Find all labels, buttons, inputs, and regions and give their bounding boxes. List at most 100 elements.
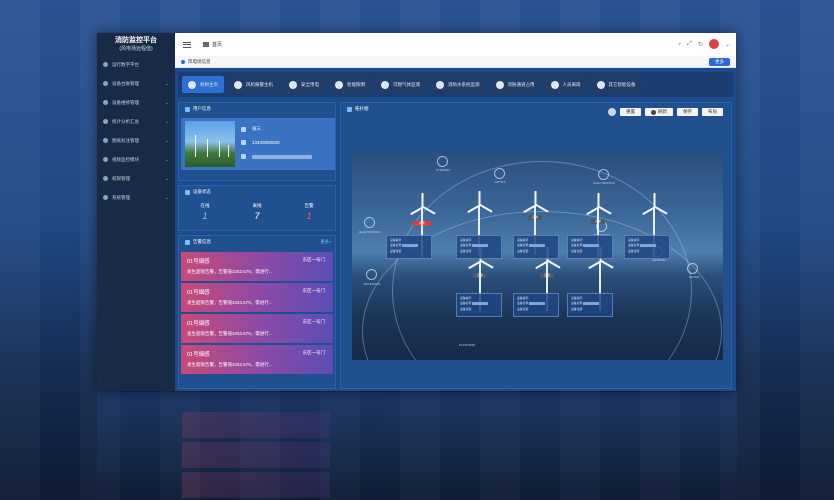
chart-icon [103,119,108,124]
alarm-card[interactable]: 01号烟感 东区一号门 发生超限告警，告警值3253.679，需进行... [181,314,333,343]
app-window: 消防监控平台 (风电场远程值) 运行数字平台 设备台账管理 ⌄ 设备维修管理 ⌄ 统… [97,33,736,391]
device-info-box: 设备编号: 设备名称: 设备位置: [513,235,559,259]
nav-personnel[interactable]: 人员离岗 [544,76,587,93]
panel-icon [347,106,352,112]
breadcrumb[interactable]: 首页 [212,41,222,48]
home-icon[interactable] [203,42,209,47]
alarm-card[interactable]: 01号烟感 东区一号门 发生超限告警，告警值3253.679，需进行... [181,283,333,312]
chevron-down-icon: ⌄ [164,99,169,106]
alarm-location: 东区一号门 [302,288,326,293]
sidebar: 消防监控平台 (风电场远程值) 运行数字平台 设备台账管理 ⌄ 设备维修管理 ⌄ 统… [97,33,175,391]
map-icon [103,138,108,143]
chevron-down-icon: ⌄ [164,118,169,125]
list-icon [103,81,108,86]
panel-title: 告警信息 [179,236,335,248]
nav-other-devices[interactable]: 其它智能设备 [590,76,642,93]
sidebar-item-label: 运行数字平台 [112,61,139,67]
materials-icon [366,269,377,280]
alarm-card[interactable]: 01号烟感 东区一号门 发生超限告警，告警值3253.679，需进行... [181,252,333,281]
reset-button[interactable]: 重置 [620,108,641,116]
save-button[interactable]: 保存 [677,108,698,116]
settings-icon[interactable] [608,108,616,116]
nav-electric-safety[interactable]: 安全用电 [283,76,325,93]
chevron-down-icon: ⌄ [164,194,169,201]
alarm-name: 01号烟感 [187,321,210,327]
nav-water[interactable]: 消防水系统监测 [430,76,486,93]
topbar: 首页 ♪ ⤢ ↻ ⌄ [175,33,736,56]
device-info-box: 设备编号: 设备名称: 设备位置: [456,235,502,259]
home-icon [188,80,196,89]
device-info-box: 设备编号: 设备名称: 设备位置: [567,235,613,259]
status-alarm: 告警 1 [304,203,314,221]
panel-icon [185,239,190,245]
refresh-button[interactable]: 刷新 [645,108,673,116]
topbar-actions: ♪ ⤢ ↻ ⌄ [678,39,730,49]
status-offline: 离线 7 [252,203,262,221]
sidebar-item-permissions[interactable]: 权限管理 ⌄ [97,169,175,188]
brand: 消防监控平台 (风电场远程值) [97,33,175,55]
optics-icon [494,168,505,179]
topology-toolbar: 重置 刷新 保存 布局 [608,108,723,116]
bell-icon[interactable]: ♪ [678,41,681,47]
sidebar-item-label: 设备台账管理 [112,80,139,86]
alarm-message: 发生超限告警，告警值3253.679，需进行... [187,269,273,274]
sidebar-item-video[interactable]: 视频监控模块 ⌄ [97,150,175,169]
node-label: SYSTEMS [435,168,451,172]
wrench-icon [103,100,108,105]
lock-icon [103,176,108,181]
phone-icon [241,140,246,145]
user-name-field: 张三 [241,126,261,132]
camera-icon [103,157,108,162]
panel-icon [185,189,190,195]
tab-label: 风电场信息 [188,58,211,64]
electronics-icon [598,169,609,180]
tabbar: 风电场信息 更多 [175,56,736,68]
gas-icon [381,80,389,89]
alarm-card[interactable]: 01号烟感 东区一号门 发生超限告警，告警值3253.679，需进行... [181,345,333,374]
location-icon [241,154,246,159]
fullscreen-icon[interactable]: ⤢ [687,41,692,48]
device-info-box: 设备编号: 设备名称: 设备位置: [567,293,613,317]
nav-home[interactable]: 机构主页 [182,76,224,93]
sidebar-item-platform[interactable]: 运行数字平台 [97,55,175,74]
app-subtitle: (风电场远程值) [119,46,153,52]
tab-operations-button[interactable]: 更多 [709,58,730,66]
active-dot-icon [181,59,185,64]
sidebar-item-label: 权限管理 [112,175,130,181]
alarm-location: 东区一号门 [302,257,326,262]
device-info-box: 设备编号: 设备名称: 设备位置: [513,293,559,317]
nav-lighting[interactable]: 智能照明 [329,76,371,93]
sidebar-item-maintenance[interactable]: 设备维修管理 ⌄ [97,93,175,112]
more-link[interactable]: 更多> [321,239,331,245]
chevron-down-icon[interactable]: ⌄ [725,41,730,48]
plug-icon [289,80,297,89]
alarm-message: 发生超限告警，告警值3253.679，需进行... [187,331,273,336]
chevron-down-icon: ⌄ [164,80,169,87]
layout-button[interactable]: 布局 [702,108,723,116]
status-online: 在线 1 [200,203,210,221]
monitor-icon [103,62,108,67]
avatar[interactable] [708,39,719,49]
sidebar-item-drawings[interactable]: 图纸标注管理 ⌄ [97,131,175,150]
tab-home[interactable]: 风电场信息 [181,59,211,65]
sidebar-item-statistics[interactable]: 统计分析汇总 ⌄ [97,112,175,131]
wind-farm-topology: SYSTEMS OPTICS ELECTRONICS ELECTRONICS M… [352,151,723,360]
user-address-field [241,154,312,159]
nav-fire-alarm[interactable]: 风机报警主机 [228,76,279,93]
refresh-icon[interactable]: ↻ [698,41,703,48]
nav-passage[interactable]: 消防通道占用 [489,76,541,93]
nav-gas[interactable]: 可燃气体监测 [375,76,426,93]
sidebar-item-system[interactable]: 系统管理 ⌄ [97,188,175,207]
wind-farm-photo [185,121,235,167]
node-label: PLATFORM [458,343,476,347]
panel-title: 用户信息 [179,103,335,115]
device-status-panel: 设备状态 在线 1 离线 7 告警 1 [178,185,336,231]
sidebar-item-ledger[interactable]: 设备台账管理 ⌄ [97,74,175,93]
person-icon [241,126,246,132]
electronics-icon [364,217,375,228]
sidebar-item-label: 系统管理 [112,194,130,200]
hamburger-icon[interactable] [183,41,191,48]
door-icon [495,80,504,89]
node-label: CLOUD [688,275,700,279]
node-label: OPTICS [494,180,506,184]
